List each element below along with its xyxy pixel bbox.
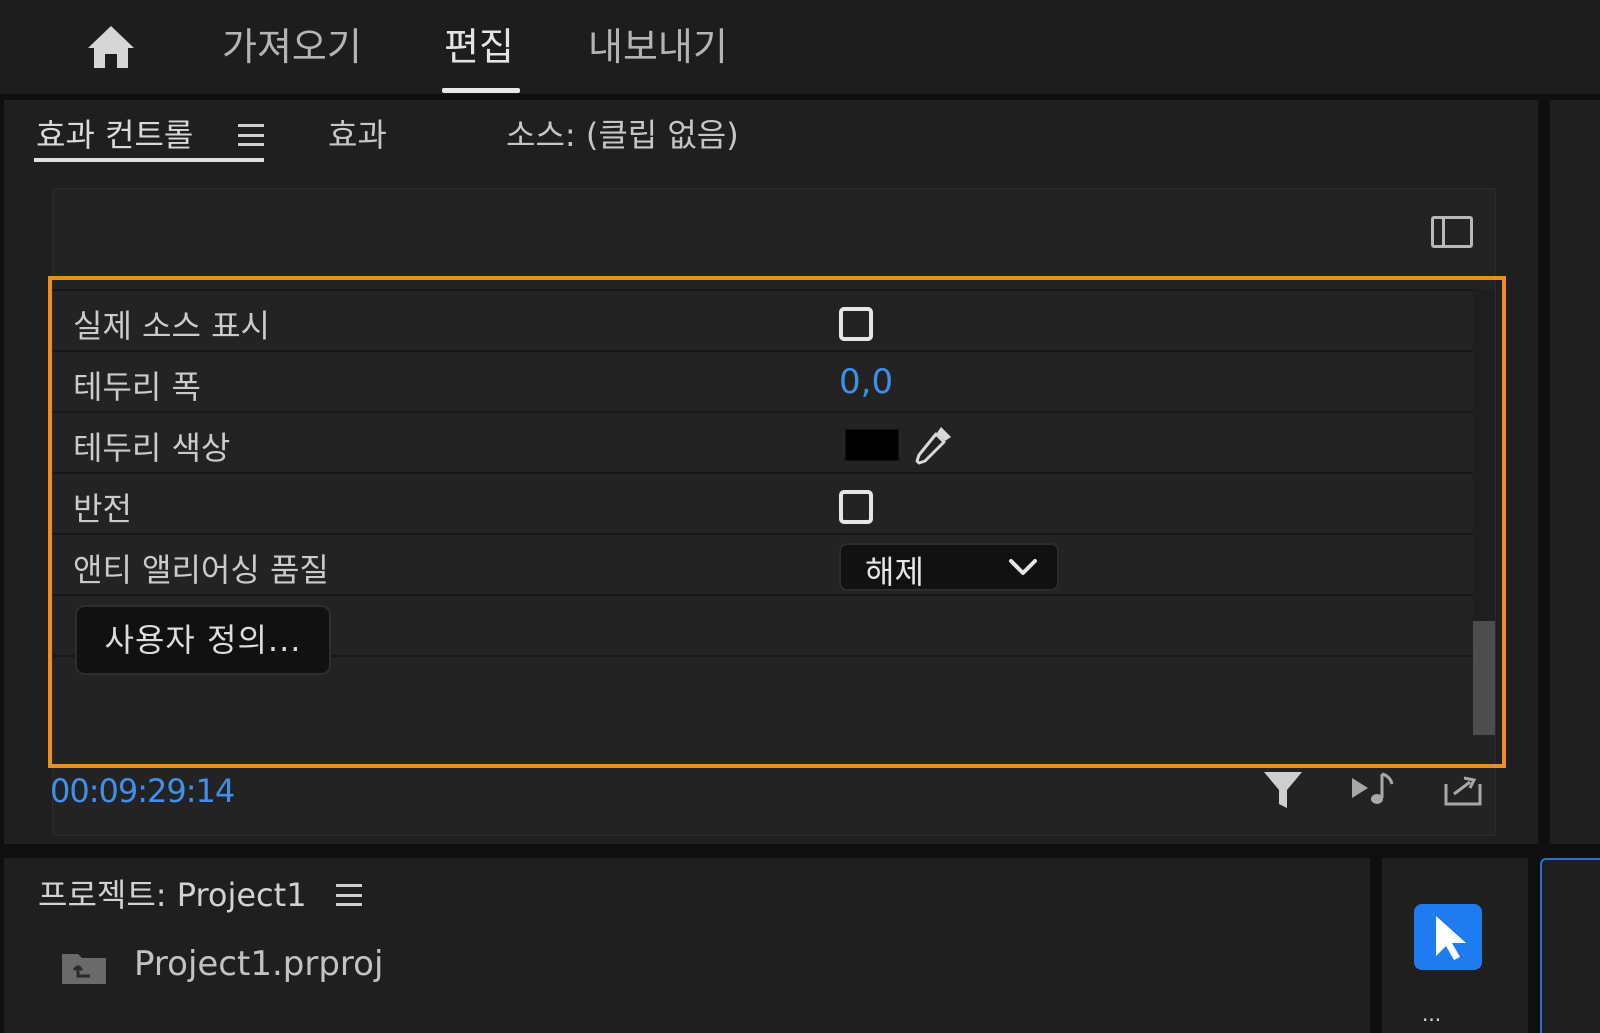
property-label: 실제 소스 표시	[73, 307, 270, 345]
custom-button[interactable]: 사용자 정의...	[75, 605, 331, 675]
filter-icon[interactable]	[1260, 768, 1306, 812]
dropdown-selected-value: 해제	[865, 553, 924, 591]
chevron-down-icon	[1009, 559, 1037, 575]
home-icon[interactable]	[86, 24, 136, 70]
property-label: 테두리 폭	[73, 368, 201, 406]
active-panel-tab-indicator	[34, 158, 264, 162]
scrollbar-thumb[interactable]	[1473, 621, 1495, 735]
folder-icon	[62, 954, 106, 984]
export-icon[interactable]	[1440, 768, 1486, 812]
eyedropper-icon[interactable]	[911, 423, 955, 467]
border-color-swatch[interactable]	[845, 429, 899, 461]
active-tab-indicator	[442, 88, 520, 93]
project-file-item[interactable]: Project1.prproj	[134, 944, 383, 984]
tab-export[interactable]: 내보내기	[588, 16, 728, 78]
property-row-border-color: 테두리 색상	[53, 411, 1473, 472]
property-label: 앤티 앨리어싱 품질	[73, 551, 329, 589]
project-menu-icon[interactable]	[336, 884, 362, 906]
effect-controls-panel: 효과 컨트롤 효과 소스: (클립 없음) 실제 소스 표시 테두리 폭 0,0…	[4, 100, 1538, 844]
tab-effects[interactable]: 효과	[328, 112, 387, 158]
selection-tool-button[interactable]	[1414, 904, 1482, 970]
effect-properties-area: 실제 소스 표시 테두리 폭 0,0 테두리 색상 반전 앤티 앨리어싱 품질 …	[52, 188, 1496, 836]
tab-import[interactable]: 가져오기	[222, 16, 362, 78]
selection-tool-icon	[1436, 916, 1466, 960]
property-row-custom: 사용자 정의...	[53, 594, 1473, 675]
more-tools-indicator: ...	[1422, 1002, 1442, 1026]
panel-menu-icon[interactable]	[238, 124, 264, 146]
play-audio-icon[interactable]	[1350, 768, 1396, 812]
border-width-value[interactable]: 0,0	[839, 362, 893, 402]
tab-effect-controls[interactable]: 효과 컨트롤	[36, 112, 193, 158]
property-row-show-source: 실제 소스 표시	[53, 289, 1473, 350]
property-label: 테두리 색상	[73, 429, 231, 467]
antialias-quality-dropdown[interactable]: 해제	[839, 543, 1059, 591]
panel-toggle-icon[interactable]	[1431, 216, 1473, 248]
property-row-border-width: 테두리 폭 0,0	[53, 350, 1473, 411]
right-panel-edge	[1550, 100, 1600, 844]
project-panel-title[interactable]: 프로젝트: Project1	[38, 870, 307, 916]
timecode-display[interactable]: 00:09:29:14	[50, 772, 235, 810]
invert-checkbox[interactable]	[839, 490, 873, 524]
tab-source[interactable]: 소스: (클립 없음)	[506, 112, 739, 158]
workspace-bar: 가져오기 편집 내보내기	[0, 0, 1600, 94]
property-row-antialias: 앤티 앨리어싱 품질 해제	[53, 533, 1473, 594]
property-label: 반전	[73, 490, 132, 528]
show-source-checkbox[interactable]	[839, 307, 873, 341]
tab-edit[interactable]: 편집	[444, 16, 514, 78]
tools-panel: ...	[1382, 858, 1528, 1033]
project-panel: 프로젝트: Project1 Project1.prproj	[4, 858, 1370, 1033]
property-row-invert: 반전	[53, 472, 1473, 533]
adjacent-panel-edge	[1540, 858, 1600, 1033]
property-list: 실제 소스 표시 테두리 폭 0,0 테두리 색상 반전 앤티 앨리어싱 품질 …	[53, 289, 1473, 735]
